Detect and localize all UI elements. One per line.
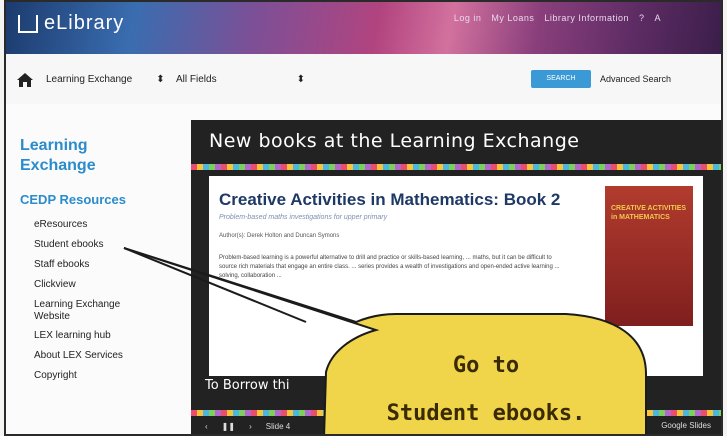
screenshot-frame: eLibrary Log in My Loans Library Informa…: [4, 0, 723, 436]
callout-line-2: Student ebooks.: [386, 401, 586, 426]
callout-text: Go to Student ebooks.: [356, 342, 616, 434]
callout-line-1: Go to: [452, 353, 520, 378]
